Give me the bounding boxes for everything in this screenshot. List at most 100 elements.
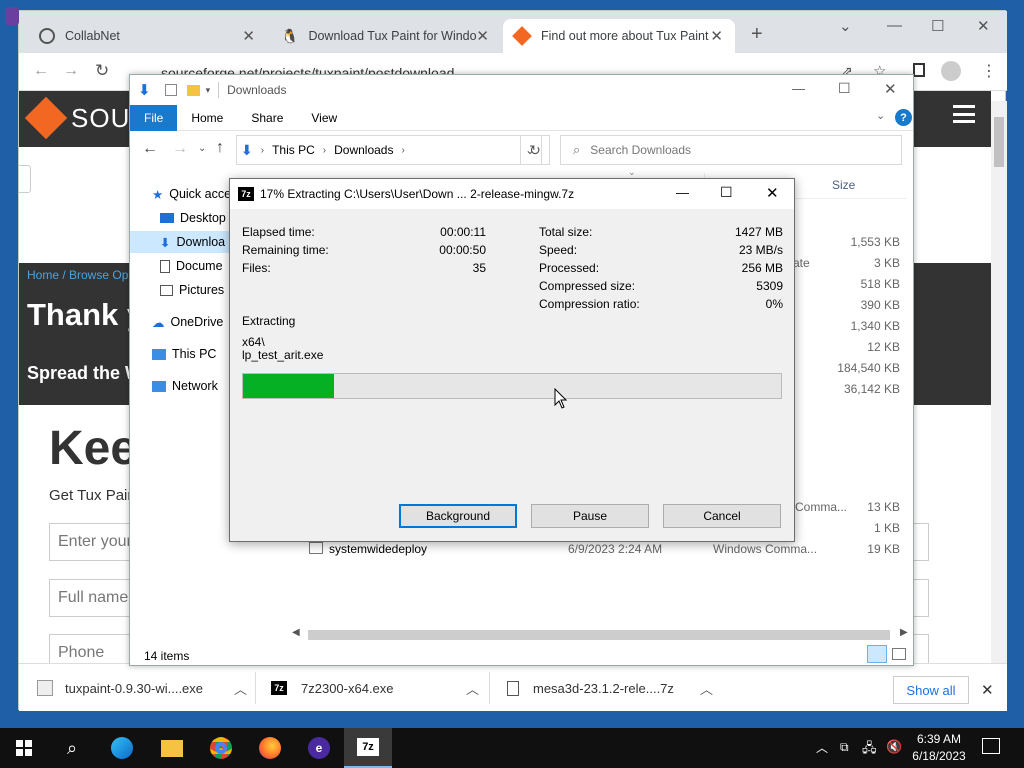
nav-quick-access[interactable]: ★ Quick acce <box>152 183 231 205</box>
compressed-size-row: Compressed size: 5309 <box>539 279 783 293</box>
nav-downloads[interactable]: ⬇ Downloa <box>130 231 230 253</box>
show-hidden-icons-icon[interactable]: ︿ <box>816 739 828 756</box>
maximize-icon[interactable]: ☐ <box>838 80 851 97</box>
nav-onedrive[interactable]: ☁ OneDrive <box>152 311 223 333</box>
back-icon[interactable]: ← <box>33 62 49 80</box>
network-icon[interactable]: 🖧 <box>862 739 877 761</box>
scroll-thumb[interactable] <box>994 117 1004 167</box>
taskbar-7zip[interactable]: 7z <box>344 728 392 768</box>
browser-menu-icon[interactable] <box>5 7 19 25</box>
nav-this-pc[interactable]: This PC <box>152 343 216 365</box>
recent-dropdown-icon[interactable]: ⌄ <box>198 143 206 154</box>
side-panel-icon[interactable] <box>913 63 925 77</box>
sourceforge-icon <box>512 26 532 46</box>
profile-avatar[interactable] <box>941 61 961 81</box>
nav-documents[interactable]: Docume <box>160 255 223 277</box>
volume-icon[interactable]: 🔇 <box>886 739 902 755</box>
search-button[interactable]: ⌕ <box>48 728 96 768</box>
new-tab-button[interactable]: + <box>751 23 763 46</box>
tab-tuxpaint[interactable]: 🐧 Download Tux Paint for Window ✕ <box>269 19 501 53</box>
taskbar-file-explorer[interactable] <box>148 728 196 768</box>
clock-time: 6:39 AM <box>916 732 962 746</box>
scroll-thumb[interactable] <box>308 630 890 640</box>
show-all-button[interactable]: Show all <box>893 676 969 704</box>
maximize-icon[interactable]: ☐ <box>931 17 944 35</box>
minimize-icon[interactable]: — <box>792 81 805 96</box>
tab-sourceforge[interactable]: Find out more about Tux Paint | ✕ <box>503 19 735 53</box>
pause-button[interactable]: Pause <box>531 504 649 528</box>
tab-search-icon[interactable]: ⌄ <box>839 17 852 35</box>
download-arrow-icon: ⬇ <box>241 141 253 158</box>
close-tab-icon[interactable]: ✕ <box>710 27 723 45</box>
close-window-icon[interactable]: ✕ <box>977 17 990 35</box>
email-placeholder: Enter your <box>58 533 132 550</box>
search-icon: ⌕ <box>573 142 581 157</box>
close-window-icon[interactable]: ✕ <box>884 80 897 98</box>
large-icons-view-icon[interactable] <box>892 648 906 660</box>
maximize-icon[interactable]: ☐ <box>720 184 733 201</box>
back-icon[interactable]: ← <box>142 140 158 158</box>
ribbon-view-tab[interactable]: View <box>297 105 351 131</box>
taskbar-firefox[interactable] <box>246 728 294 768</box>
scroll-right-icon[interactable]: ▶ <box>900 627 908 638</box>
breadcrumb[interactable]: Home / Browse Ope <box>27 268 135 282</box>
search-box[interactable]: ⌕ Search Downloads <box>560 135 902 165</box>
ribbon-file-tab[interactable]: File <box>130 104 178 131</box>
close-downloads-bar-icon[interactable]: ✕ <box>981 681 994 699</box>
reload-icon[interactable]: ↻ <box>95 61 109 81</box>
ribbon-home-tab[interactable]: Home <box>177 105 237 131</box>
size-stats: Total size: 1427 MB Speed: 23 MB/s Process… <box>539 223 783 313</box>
7zip-icon: 7z <box>357 738 379 756</box>
up-icon[interactable]: ↑ <box>216 139 224 157</box>
qat-dropdown-icon[interactable]: ▾ <box>206 85 211 96</box>
ribbon-share-tab[interactable]: Share <box>237 105 297 131</box>
download-item[interactable]: mesa3d-23.1.2-rele....7z ︿ <box>507 674 713 702</box>
taskbar-chrome[interactable] <box>197 728 245 768</box>
file-name: systemwidedeploy <box>329 542 428 556</box>
files-row: Files: 35 <box>242 261 486 275</box>
forward-icon[interactable]: → <box>63 62 79 80</box>
minimize-icon[interactable]: — <box>887 17 902 34</box>
details-view-icon[interactable] <box>867 645 887 663</box>
close-tab-icon[interactable]: ✕ <box>476 27 489 45</box>
minimize-icon[interactable]: — <box>676 185 689 200</box>
current-folder: x64\ <box>242 335 265 349</box>
chevron-up-icon[interactable]: ︿ <box>700 679 713 698</box>
nav-pictures[interactable]: Pictures <box>160 279 224 301</box>
7zip-file-icon: 7z <box>271 681 287 695</box>
file-row[interactable]: systemwidedeploy 6/9/2023 2:24 AM Window… <box>305 539 905 559</box>
cancel-button[interactable]: Cancel <box>663 504 781 528</box>
clock[interactable]: 6:39 AM 6/18/2023 <box>906 731 972 765</box>
chevron-up-icon[interactable]: ︿ <box>466 679 479 698</box>
properties-icon[interactable] <box>164 84 177 96</box>
notifications-icon[interactable] <box>982 738 1000 754</box>
device-icon[interactable]: ⧉ <box>840 740 849 755</box>
explorer-path-box[interactable]: ⬇ › This PC › Downloads › ⌄ <box>236 135 542 165</box>
close-tab-icon[interactable]: ✕ <box>242 27 255 45</box>
start-button[interactable] <box>0 728 48 768</box>
taskbar-edge[interactable] <box>98 728 146 768</box>
background-button[interactable]: Background <box>399 504 517 528</box>
size-cell: 13 KB <box>867 500 900 514</box>
download-item[interactable]: 7z 7z2300-x64.exe ︿ <box>271 674 479 702</box>
ribbon-expand-icon[interactable]: ⌄ <box>876 109 885 122</box>
taskbar-app[interactable]: e <box>295 728 343 768</box>
path-downloads[interactable]: Downloads <box>334 143 393 157</box>
tab-bar: CollabNet ✕ 🐧 Download Tux Paint for Win… <box>5 7 1007 53</box>
download-item[interactable]: tuxpaint-0.9.30-wi....exe ︿ <box>37 674 247 702</box>
nav-network[interactable]: Network <box>152 375 218 397</box>
horizontal-scrollbar[interactable]: ◀ ▶ <box>292 627 912 643</box>
help-icon[interactable]: ? <box>895 109 912 126</box>
tab-collabnet[interactable]: CollabNet ✕ <box>27 19 267 53</box>
page-scrollbar[interactable] <box>991 101 1007 665</box>
nav-desktop[interactable]: Desktop <box>160 207 226 229</box>
scroll-left-icon[interactable]: ◀ <box>292 627 300 638</box>
close-window-icon[interactable]: ✕ <box>766 184 779 202</box>
size-column-header[interactable]: Size <box>832 178 855 192</box>
forward-icon[interactable]: → <box>172 140 188 158</box>
chevron-up-icon[interactable]: ︿ <box>234 679 247 698</box>
kebab-menu-icon[interactable]: ⋮ <box>981 61 997 81</box>
date-cell: 6/9/2023 2:24 AM <box>568 542 663 556</box>
path-this-pc[interactable]: This PC <box>272 143 315 157</box>
refresh-button[interactable]: ↻ <box>520 135 550 165</box>
